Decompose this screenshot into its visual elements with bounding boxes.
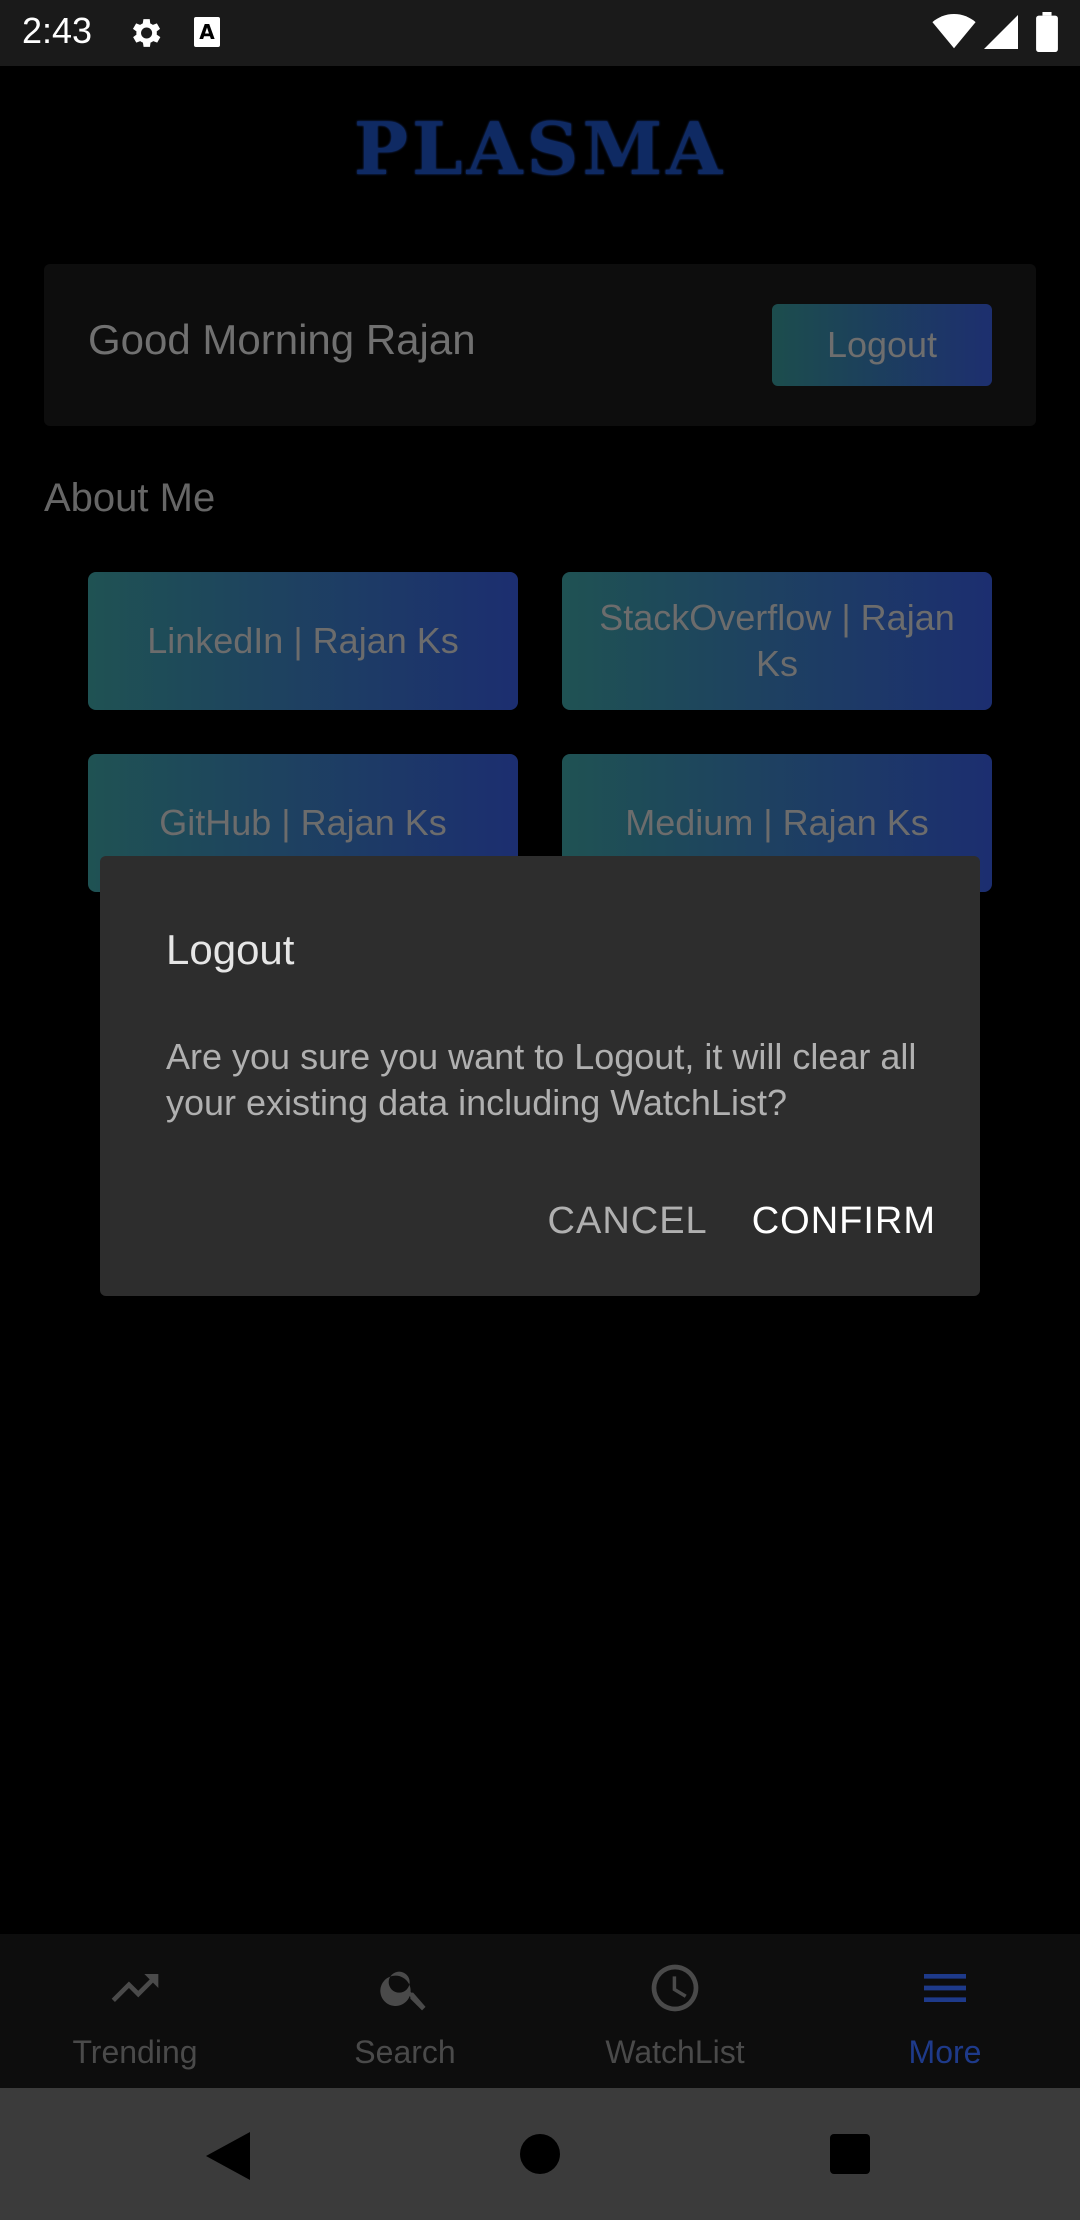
confirm-button[interactable]: CONFIRM (752, 1200, 936, 1243)
signal-icon (984, 15, 1018, 49)
nav-label-more: More (908, 2034, 982, 2070)
system-navigation-bar (0, 2088, 1080, 2220)
nav-label-watchlist: WatchList (605, 2034, 745, 2070)
gear-icon (132, 19, 161, 47)
logout-button[interactable]: Logout (772, 304, 992, 386)
app-logo: PLASMA (353, 106, 727, 191)
logout-dialog: Logout Are you sure you want to Logout, … (100, 856, 980, 1296)
greeting-card: Good Morning Rajan Logout (44, 264, 1036, 426)
nav-item-more[interactable]: More (810, 1934, 1080, 2088)
nav-item-trending[interactable]: Trending (0, 1934, 270, 2088)
nav-label-search: Search (354, 2034, 456, 2070)
wifi-icon (932, 14, 976, 49)
home-icon[interactable] (520, 2134, 560, 2174)
battery-icon (1036, 12, 1058, 52)
nav-label-trending: Trending (72, 2034, 198, 2070)
cancel-button[interactable]: CANCEL (548, 1200, 708, 1243)
about-me-heading: About Me (44, 476, 216, 520)
greeting-text: Good Morning Rajan (88, 316, 476, 363)
text-a-icon: A (194, 17, 220, 47)
bottom-navigation: Trending Search WatchList More (0, 1934, 1080, 2088)
dialog-title: Logout (166, 926, 295, 973)
dialog-message: Are you sure you want to Logout, it will… (166, 1036, 917, 1123)
back-icon[interactable] (206, 2132, 250, 2180)
linkedin-button[interactable]: LinkedIn | Rajan Ks (88, 572, 518, 710)
stackoverflow-button[interactable]: StackOverflow | Rajan Ks (562, 572, 992, 710)
nav-item-watchlist[interactable]: WatchList (540, 1934, 810, 2088)
clock-icon (651, 1964, 699, 2012)
menu-icon (924, 1974, 966, 2002)
recent-apps-icon[interactable] (830, 2134, 870, 2174)
trending-icon (111, 1974, 159, 2002)
status-time: 2:43 (22, 10, 93, 51)
search-icon (380, 1971, 426, 2011)
status-bar: 2:43 A (0, 0, 1080, 66)
dialog-actions: CANCEL CONFIRM (548, 1200, 936, 1243)
nav-item-search[interactable]: Search (270, 1934, 540, 2088)
